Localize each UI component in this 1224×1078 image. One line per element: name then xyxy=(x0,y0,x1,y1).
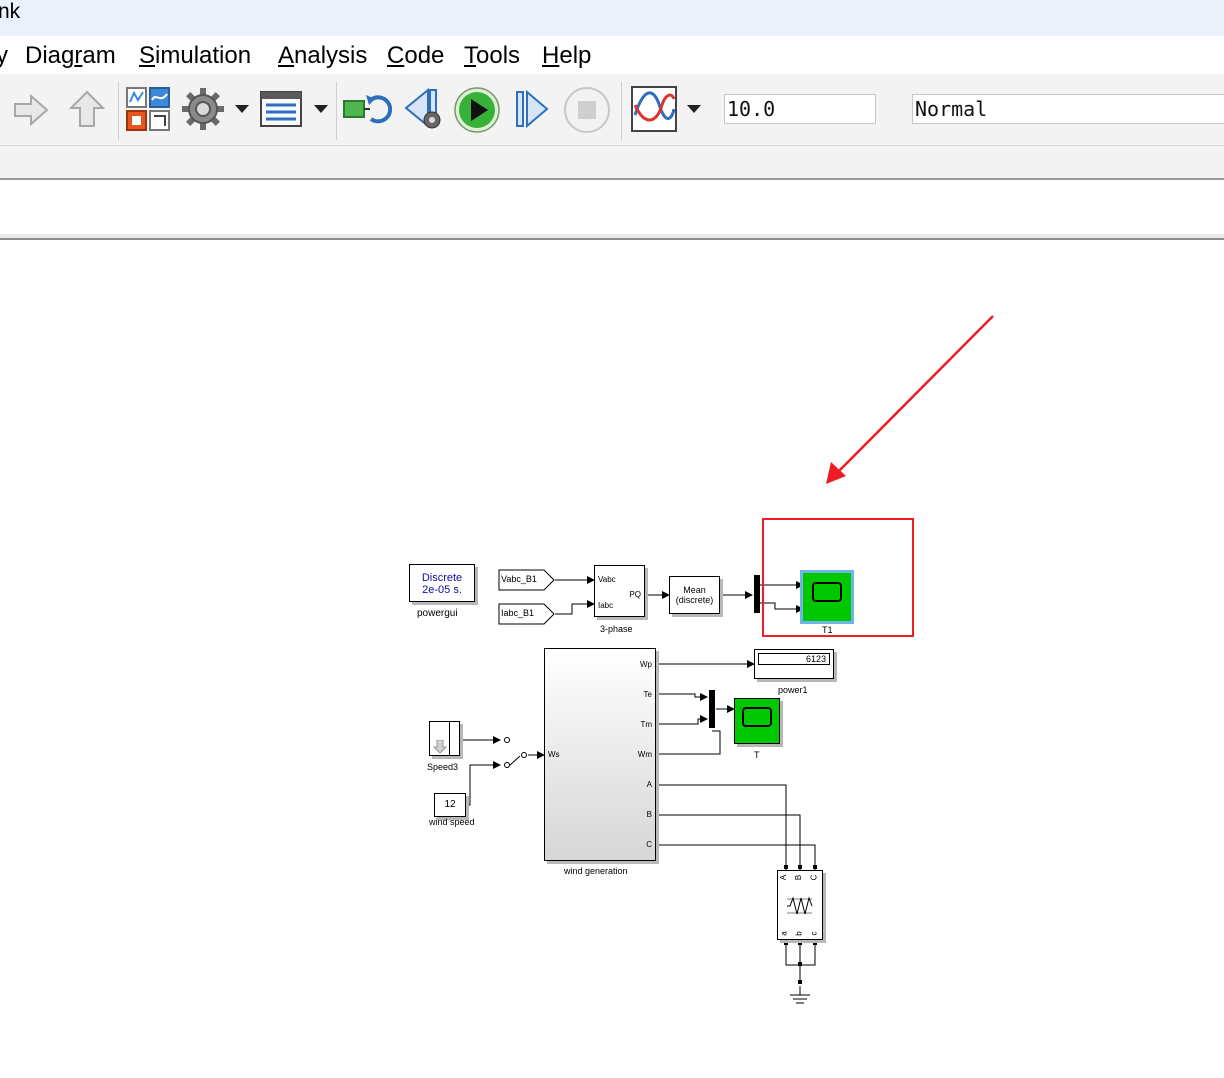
breadcrumb-bar xyxy=(0,146,1224,180)
explorer-dropdown-caret-icon[interactable] xyxy=(313,102,329,116)
toolbar-separator xyxy=(118,82,119,140)
menu-item-library[interactable]: y xyxy=(0,42,8,70)
menu-item-help[interactable]: Help xyxy=(542,42,591,70)
display-block[interactable]: 6123 xyxy=(754,649,834,679)
load-port-a-lower: a xyxy=(779,931,789,936)
wind-speed-constant-block[interactable]: 12 xyxy=(434,793,466,817)
menu-item-code[interactable]: Code xyxy=(387,42,444,70)
toolbar: 10.0 Normal xyxy=(0,74,1224,146)
port-te: Te xyxy=(643,690,652,699)
signal-down-arrow-icon xyxy=(433,740,447,754)
display-value: 6123 xyxy=(758,653,830,665)
wind-generation-label: wind generation xyxy=(564,866,628,876)
scope-screen-icon xyxy=(742,707,772,727)
wind-speed-label: wind speed xyxy=(429,817,475,827)
port-iabc: Iabc xyxy=(598,601,614,610)
menu-mnemonic: C xyxy=(387,42,405,69)
powergui-line1: Discrete xyxy=(421,572,463,584)
from-tag-iabc-label: Iabc_B1 xyxy=(501,608,535,618)
from-tag-vabc-label: Vabc_B1 xyxy=(501,574,537,584)
up-arrow-icon[interactable] xyxy=(66,88,108,130)
port-ws: Ws xyxy=(548,750,560,759)
stop-time-input[interactable]: 10.0 xyxy=(724,94,876,124)
annotation-arrow xyxy=(837,315,994,473)
menu-label-post: ools xyxy=(476,42,521,69)
menu-bar: y Diagram Simulation Analysis Code Tools… xyxy=(0,36,1224,74)
menu-item-simulation[interactable]: Simulation xyxy=(139,42,251,70)
toolbar-separator xyxy=(336,82,337,140)
port-vabc: Vabc xyxy=(598,575,616,584)
menu-label: y xyxy=(0,42,8,69)
settings-dropdown-caret-icon[interactable] xyxy=(234,102,250,116)
menu-label-post: nalysis xyxy=(294,42,368,69)
load-port-c-lower: c xyxy=(809,931,819,936)
menu-label-post: imulation xyxy=(155,42,252,69)
scope-t1-label: T1 xyxy=(822,625,833,635)
three-phase-label: 3-phase xyxy=(600,624,633,634)
port-a: A xyxy=(646,780,652,789)
menu-item-diagram[interactable]: Diagram xyxy=(25,42,116,70)
load-port-a-upper: A xyxy=(779,874,789,881)
stop-icon[interactable] xyxy=(562,85,612,135)
menu-item-analysis[interactable]: Analysis xyxy=(278,42,367,70)
three-phase-load-block[interactable]: A B C a b c xyxy=(777,870,823,940)
window-title: nk xyxy=(0,0,21,23)
menu-mnemonic: T xyxy=(464,42,476,69)
three-phase-pq-block[interactable]: Vabc Iabc PQ xyxy=(594,565,645,617)
run-icon[interactable] xyxy=(452,85,502,135)
scope-t-label: T xyxy=(754,750,760,760)
port-wp: Wp xyxy=(640,660,652,669)
menu-label-post: am xyxy=(82,42,116,69)
explorer-bar xyxy=(0,182,1224,234)
powergui-block[interactable]: Discrete 2e-05 s. xyxy=(409,564,475,602)
speed3-label: Speed3 xyxy=(427,762,459,772)
menu-mnemonic: H xyxy=(542,42,560,69)
port-wm: Wm xyxy=(637,750,652,759)
model-canvas[interactable]: Discrete 2e-05 s. powergui Vabc_B1 Iabc_… xyxy=(0,240,1224,1078)
model-settings-gear-icon[interactable] xyxy=(180,86,226,132)
powergui-line2: 2e-05 s. xyxy=(422,584,462,596)
port-tm: Tm xyxy=(640,720,652,729)
inspector-dropdown-caret-icon[interactable] xyxy=(686,102,702,116)
menu-item-tools[interactable]: Tools xyxy=(464,42,520,70)
wind-generation-subsystem[interactable]: Ws Wp Te Tm Wm A B C xyxy=(544,648,656,861)
powergui-label: powergui xyxy=(417,608,458,619)
menu-label-post: ode xyxy=(404,42,445,69)
load-port-b-lower: b xyxy=(794,931,804,936)
mux-block[interactable] xyxy=(709,690,715,728)
mux-block[interactable] xyxy=(754,575,760,613)
menu-label-pre: Diag xyxy=(25,42,75,69)
port-c: C xyxy=(646,840,652,849)
scope-t1-block[interactable] xyxy=(800,570,854,624)
resistor-icon xyxy=(787,896,813,915)
mean-line2: (discrete) xyxy=(675,595,714,605)
data-inspector-icon[interactable] xyxy=(629,85,679,133)
window-title-bar: nk xyxy=(0,0,1224,36)
mean-line1: Mean xyxy=(683,585,706,595)
port-pq: PQ xyxy=(629,590,641,599)
model-explorer-icon[interactable] xyxy=(258,88,304,130)
load-port-c-upper: C xyxy=(809,874,819,881)
update-diagram-icon[interactable] xyxy=(342,88,392,130)
scope-screen-icon xyxy=(812,582,842,602)
forward-arrow-icon[interactable] xyxy=(10,90,52,130)
load-port-b-upper: B xyxy=(794,874,804,881)
display-label: power1 xyxy=(778,685,808,695)
menu-mnemonic: S xyxy=(139,42,156,69)
menu-label-post: elp xyxy=(559,42,592,69)
menu-mnemonic: A xyxy=(278,42,295,69)
mean-discrete-block[interactable]: Mean (discrete) xyxy=(669,576,720,614)
step-back-icon[interactable] xyxy=(402,86,446,132)
step-forward-icon[interactable] xyxy=(510,88,552,130)
toolbar-separator xyxy=(621,82,622,140)
speed3-block[interactable] xyxy=(429,721,460,756)
simulation-mode-select[interactable]: Normal xyxy=(912,94,1224,124)
port-b: B xyxy=(646,810,652,819)
library-browser-icon[interactable] xyxy=(124,86,172,132)
scope-t-block[interactable] xyxy=(734,698,780,744)
constant-value: 12 xyxy=(444,799,456,810)
